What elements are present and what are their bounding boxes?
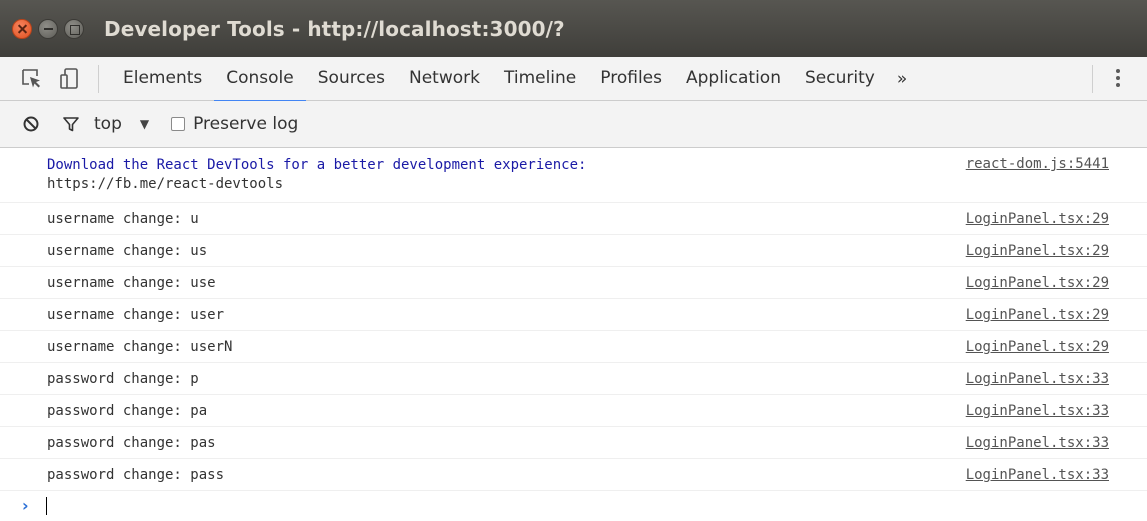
console-message-text: Download the React DevTools for a better… [47,156,586,194]
console-message-text: username change: user [47,307,225,323]
clear-console-button[interactable] [22,115,40,133]
console-message-text: password change: p [47,371,199,387]
source-link[interactable]: react-dom.js:5441 [966,156,1109,172]
kebab-menu-icon [1115,69,1121,87]
prompt-chevron-icon: › [22,496,29,515]
source-link[interactable]: LoginPanel.tsx:33 [966,435,1109,451]
console-message-text: username change: use [47,275,216,291]
console-toolbar: top ▼ Preserve log [0,101,1147,148]
tab-application[interactable]: Application [674,57,793,101]
tab-console[interactable]: Console [214,57,306,102]
tab-network[interactable]: Network [397,57,492,101]
console-message: username change: userN LoginPanel.tsx:29 [0,331,1147,363]
dropdown-arrow-icon[interactable]: ▼ [140,117,149,131]
tab-security[interactable]: Security [793,57,887,101]
text-cursor [46,497,47,515]
source-link[interactable]: LoginPanel.tsx:29 [966,339,1109,355]
console-message-text: username change: u [47,211,199,227]
execution-context-select[interactable]: top [94,114,122,134]
source-link[interactable]: LoginPanel.tsx:33 [966,371,1109,387]
preserve-log-checkbox[interactable] [171,117,186,131]
window-close-button[interactable] [12,18,32,39]
window-maximize-button[interactable] [64,18,84,39]
filter-icon [63,117,79,132]
source-link[interactable]: LoginPanel.tsx:29 [966,307,1109,323]
source-link[interactable]: LoginPanel.tsx:29 [966,243,1109,259]
tab-elements[interactable]: Elements [111,57,214,101]
inspect-element-icon [22,68,40,87]
console-message-text: username change: userN [47,339,233,355]
inspect-element-button[interactable] [18,65,46,93]
window-title: Developer Tools - http://localhost:3000/… [104,16,565,41]
console-message: password change: pas LoginPanel.tsx:33 [0,427,1147,459]
console-message: password change: p LoginPanel.tsx:33 [0,363,1147,395]
tab-profiles[interactable]: Profiles [588,57,674,101]
console-message-text: password change: pas [47,435,216,451]
device-mode-icon [60,67,78,89]
console-message-text: password change: pa [47,403,208,419]
preserve-log-label[interactable]: Preserve log [193,114,298,134]
device-toolbar-button[interactable] [56,65,84,93]
source-link[interactable]: LoginPanel.tsx:33 [966,467,1109,483]
source-link[interactable]: LoginPanel.tsx:33 [966,403,1109,419]
tab-sources[interactable]: Sources [306,57,397,101]
message-link[interactable]: https://fb.me/react-devtools [47,176,283,192]
console-message: username change: u LoginPanel.tsx:29 [0,203,1147,235]
console-output: Download the React DevTools for a better… [0,148,1147,491]
more-tabs-button[interactable]: » [887,69,917,89]
console-message: username change: us LoginPanel.tsx:29 [0,235,1147,267]
source-link[interactable]: LoginPanel.tsx:29 [966,275,1109,291]
console-message-text: password change: pass [47,467,225,483]
window-minimize-button[interactable] [38,18,58,39]
title-bar: Developer Tools - http://localhost:3000/… [0,0,1147,57]
console-message: username change: use LoginPanel.tsx:29 [0,267,1147,299]
devtools-tab-bar: Elements Console Sources Network Timelin… [0,57,1147,102]
console-message: password change: pa LoginPanel.tsx:33 [0,395,1147,427]
filter-button[interactable] [62,115,80,133]
customize-menu-button[interactable] [1115,69,1121,89]
console-message: username change: user LoginPanel.tsx:29 [0,299,1147,331]
toolbar-divider [1092,65,1093,93]
tab-timeline[interactable]: Timeline [492,57,588,101]
console-message: password change: pass LoginPanel.tsx:33 [0,459,1147,491]
source-link[interactable]: LoginPanel.tsx:29 [966,211,1109,227]
message-text-line: Download the React DevTools for a better… [47,157,587,173]
console-message-text: username change: us [47,243,208,259]
window-controls [12,18,90,39]
console-message: Download the React DevTools for a better… [0,148,1147,203]
toolbar-divider [98,64,99,93]
clear-console-icon [23,116,39,132]
console-prompt[interactable]: › [0,489,1147,521]
